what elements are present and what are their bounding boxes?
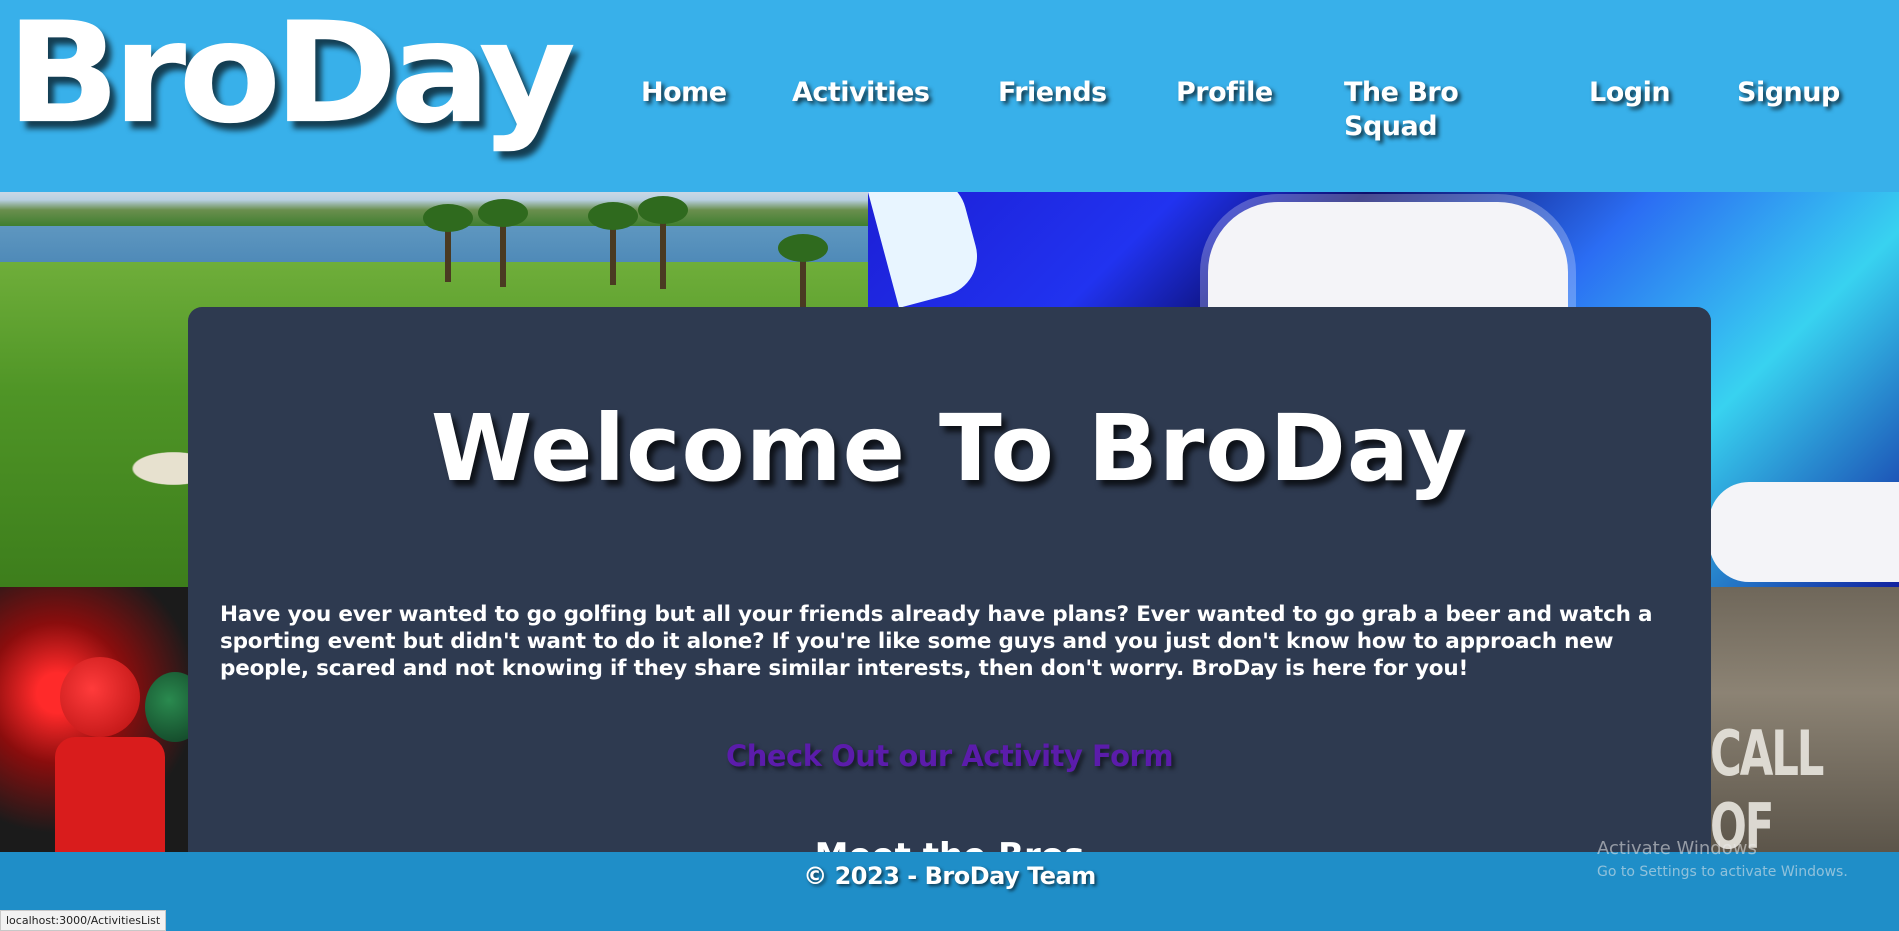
activate-subtitle: Go to Settings to activate Windows. xyxy=(1597,864,1848,880)
nav-profile[interactable]: Profile xyxy=(1176,76,1273,110)
section-heading-partial: Meet the Bros xyxy=(188,839,1711,852)
nav-bro-squad-line2: Squad xyxy=(1344,111,1438,142)
nav-home[interactable]: Home xyxy=(641,76,727,110)
nav-login[interactable]: Login xyxy=(1589,76,1671,110)
call-of-duty-image: CALL OF DUTY xyxy=(1710,587,1899,852)
nav-bro-squad-line1: The Bro xyxy=(1344,77,1459,108)
activate-title: Activate Windows xyxy=(1597,838,1757,859)
nav-bro-squad[interactable]: The Bro Squad xyxy=(1344,76,1459,144)
page-title: Welcome To BroDay xyxy=(430,395,1469,502)
site-logo[interactable]: BroDay xyxy=(6,4,576,144)
site-header: BroDay Home Activities Friends Profile T… xyxy=(0,0,1899,192)
football-players-image xyxy=(0,587,190,852)
status-url-tooltip: localhost:3000/ActivitiesList xyxy=(0,910,167,931)
nav-friends[interactable]: Friends xyxy=(998,76,1107,110)
welcome-card: Welcome To BroDay Have you ever wanted t… xyxy=(188,307,1711,852)
nav-signup[interactable]: Signup xyxy=(1737,76,1840,110)
activity-form-link[interactable]: Check Out our Activity Form xyxy=(188,739,1711,773)
nav-activities[interactable]: Activities xyxy=(792,76,930,110)
cod-logo-text: CALL OF DUTY xyxy=(1710,717,1824,852)
intro-paragraph: Have you ever wanted to go golfing but a… xyxy=(220,602,1653,681)
windows-activation-watermark: Activate Windows Go to Settings to activ… xyxy=(1597,838,1848,882)
